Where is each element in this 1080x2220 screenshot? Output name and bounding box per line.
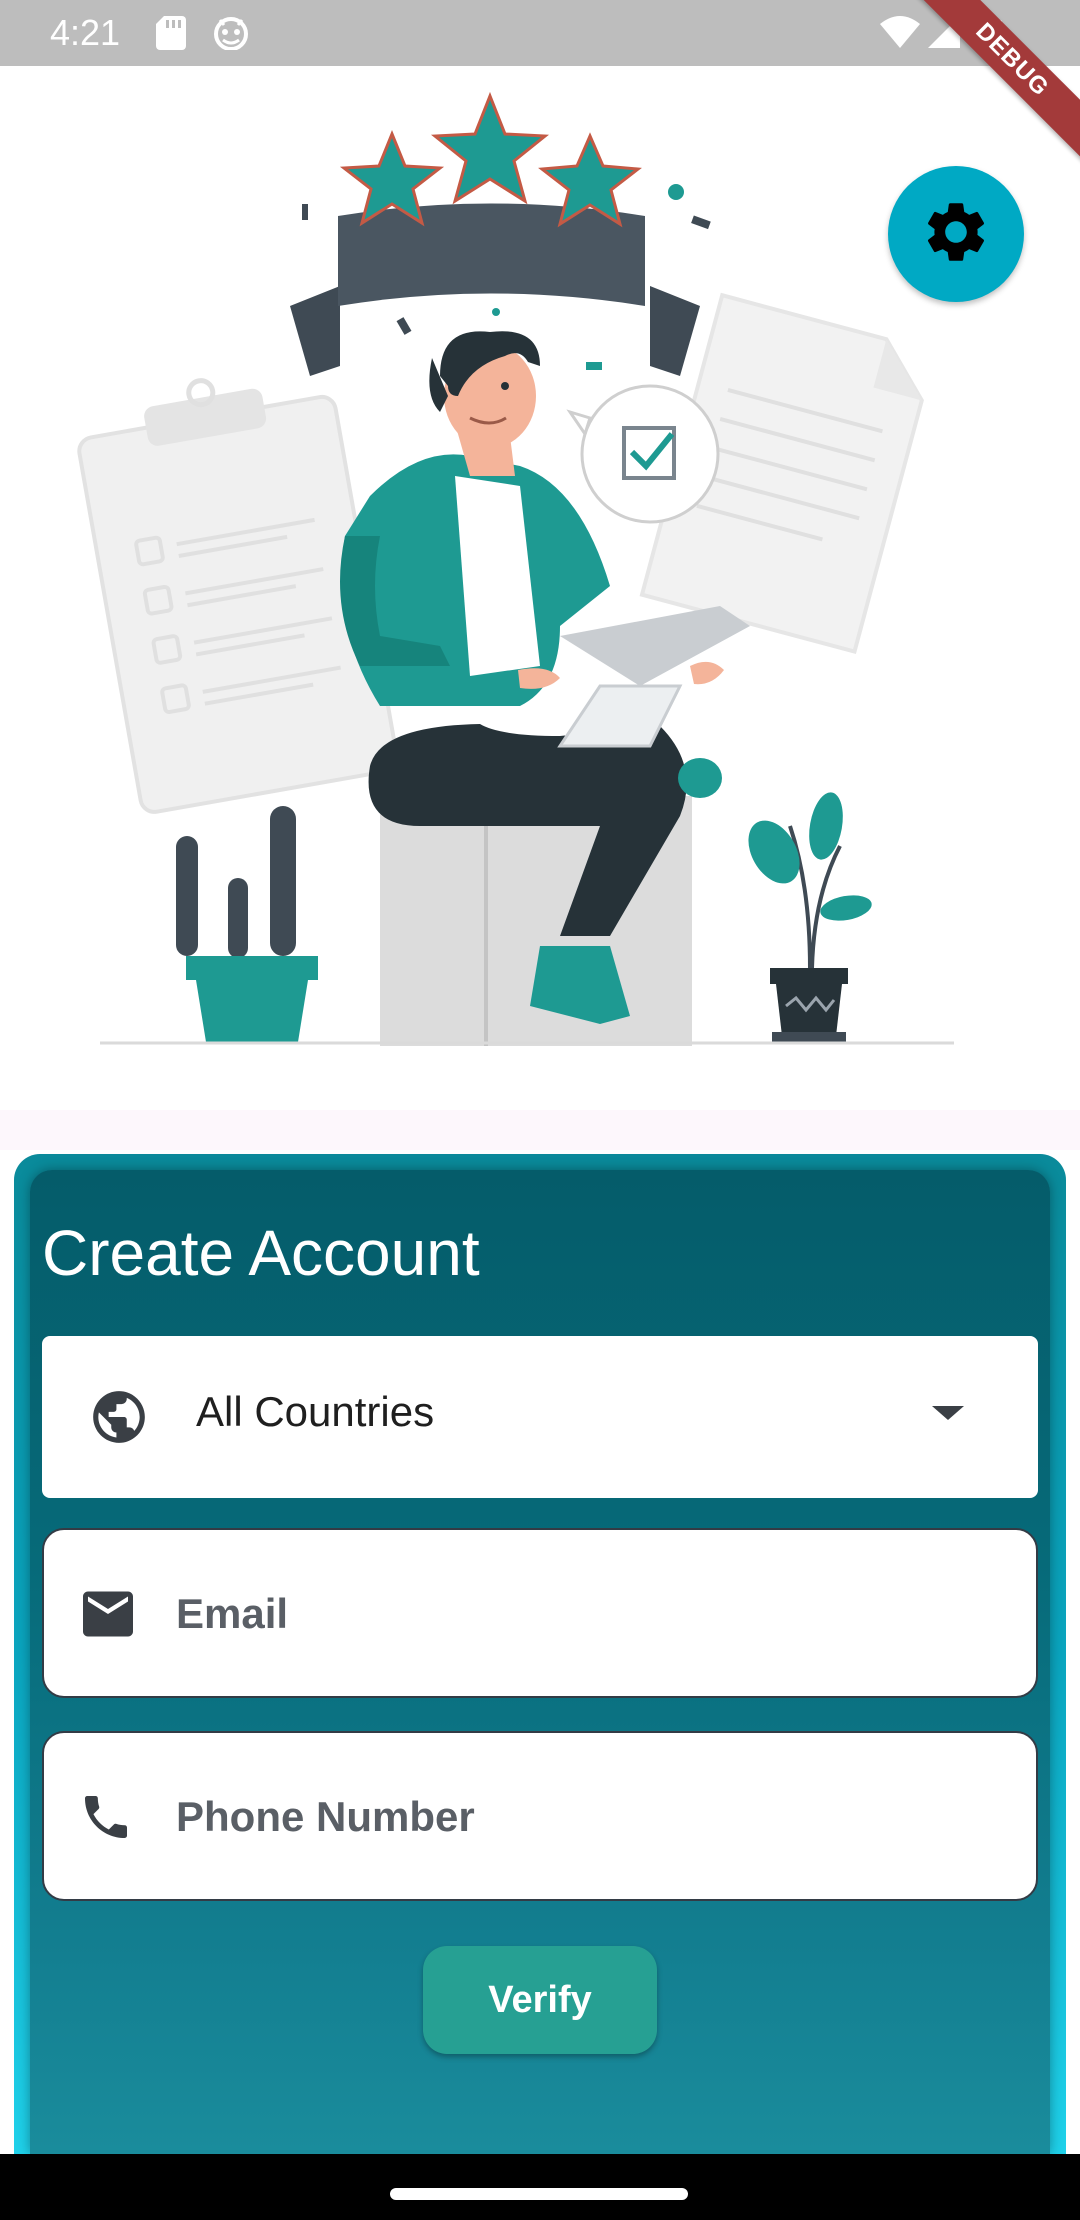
card-spacer bbox=[0, 1110, 1080, 1150]
navigation-bar bbox=[0, 2154, 1080, 2220]
status-time: 4:21 bbox=[50, 12, 121, 53]
status-bar: 4:21 bbox=[0, 0, 1080, 66]
sd-card-icon bbox=[156, 16, 186, 55]
android-debug-icon bbox=[212, 16, 250, 55]
phone-icon bbox=[78, 1789, 134, 1850]
gear-icon bbox=[920, 196, 992, 273]
checkmark-bubble-illustration bbox=[566, 384, 720, 524]
chevron-down-icon bbox=[930, 1404, 966, 1429]
verify-button[interactable]: Verify bbox=[423, 1946, 657, 2054]
potted-plant-illustration bbox=[748, 792, 872, 1042]
globe-icon bbox=[88, 1386, 150, 1453]
email-input[interactable] bbox=[174, 1570, 998, 1658]
email-field[interactable] bbox=[42, 1528, 1038, 1698]
wifi-icon bbox=[880, 16, 920, 55]
mail-icon bbox=[78, 1586, 138, 1647]
home-gesture-handle[interactable] bbox=[390, 2188, 688, 2200]
cactus-plant-illustration bbox=[176, 806, 318, 1042]
settings-button[interactable] bbox=[888, 166, 1024, 302]
page-title: Create Account bbox=[42, 1217, 480, 1289]
country-dropdown[interactable]: All Countries bbox=[42, 1336, 1038, 1498]
phone-input[interactable] bbox=[174, 1773, 998, 1861]
country-dropdown-value: All Countries bbox=[196, 1388, 435, 1435]
phone-field[interactable] bbox=[42, 1731, 1038, 1901]
